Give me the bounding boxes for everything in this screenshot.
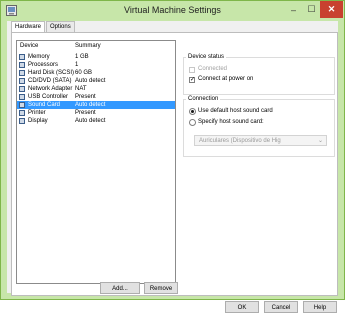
cd-dvd-icon bbox=[19, 78, 25, 84]
device-summary: Present bbox=[75, 94, 96, 100]
sound-card-dropdown[interactable]: Auriculares (Dispositivo de Hig ⌄ bbox=[194, 135, 327, 146]
use-default-sound-card-radio[interactable] bbox=[189, 108, 196, 115]
device-row-display[interactable]: Display Auto detect bbox=[17, 117, 175, 125]
device-summary: Auto detect bbox=[75, 78, 106, 84]
ok-button[interactable]: OK bbox=[225, 301, 259, 313]
device-name: Memory bbox=[28, 54, 50, 60]
device-list[interactable]: Device Summary Memory 1 GB Processors 1 … bbox=[16, 40, 176, 284]
device-row-cd-dvd[interactable]: CD/DVD (SATA) Auto detect bbox=[17, 77, 175, 85]
memory-icon bbox=[19, 54, 25, 60]
device-name: Printer bbox=[28, 110, 46, 116]
device-status-legend: Device status bbox=[186, 54, 227, 61]
device-row-processors[interactable]: Processors 1 bbox=[17, 61, 175, 69]
device-summary: NAT bbox=[75, 86, 87, 92]
help-button[interactable]: Help bbox=[303, 301, 337, 313]
device-row-sound-card[interactable]: Sound Card Auto detect bbox=[17, 101, 175, 109]
device-name: Network Adapter bbox=[28, 86, 73, 92]
maximize-button[interactable]: ☐ bbox=[303, 1, 320, 18]
connection-legend: Connection bbox=[186, 96, 221, 103]
usb-controller-icon bbox=[19, 94, 25, 100]
device-summary: 1 bbox=[75, 62, 79, 68]
settings-window: Virtual Machine Settings – ☐ ✕ Hardware … bbox=[0, 0, 345, 313]
processor-icon bbox=[19, 62, 25, 68]
device-row-usb-controller[interactable]: USB Controller Present bbox=[17, 93, 175, 101]
connection-group: Connection Use default host sound card S… bbox=[183, 96, 335, 157]
device-name: Display bbox=[28, 118, 48, 124]
device-summary: 1 GB bbox=[75, 54, 89, 60]
device-summary: Present bbox=[75, 110, 96, 116]
dialog-body: Hardware Options Device Summary Memory 1… bbox=[7, 21, 338, 313]
device-summary: Auto detect bbox=[75, 102, 106, 108]
sound-card-dropdown-value: Auriculares (Dispositivo de Hig bbox=[199, 138, 281, 144]
display-icon bbox=[19, 118, 25, 124]
connect-at-power-on-label: Connect at power on bbox=[198, 76, 254, 82]
close-button[interactable]: ✕ bbox=[320, 1, 343, 18]
device-name: USB Controller bbox=[28, 94, 69, 100]
device-row-network-adapter[interactable]: Network Adapter NAT bbox=[17, 85, 175, 93]
connected-checkbox[interactable] bbox=[189, 67, 195, 73]
tab-strip: Hardware Options bbox=[11, 21, 76, 33]
printer-icon bbox=[19, 110, 25, 116]
minimize-button[interactable]: – bbox=[284, 1, 303, 18]
tab-options[interactable]: Options bbox=[46, 21, 75, 32]
use-default-sound-card-label: Use default host sound card bbox=[198, 108, 273, 114]
hard-disk-icon bbox=[19, 70, 25, 76]
sound-card-icon bbox=[19, 102, 25, 108]
network-adapter-icon bbox=[19, 86, 25, 92]
device-row-memory[interactable]: Memory 1 GB bbox=[17, 53, 175, 61]
device-name: Sound Card bbox=[28, 102, 61, 108]
device-summary: 60 GB bbox=[75, 70, 93, 76]
specify-sound-card-radio[interactable] bbox=[189, 119, 196, 126]
chevron-down-icon: ⌄ bbox=[317, 138, 323, 144]
device-row-printer[interactable]: Printer Present bbox=[17, 109, 175, 117]
cancel-button[interactable]: Cancel bbox=[264, 301, 298, 313]
device-row-hard-disk[interactable]: Hard Disk (SCSI) 60 GB bbox=[17, 69, 175, 77]
device-name: Hard Disk (SCSI) bbox=[28, 70, 75, 76]
device-name: Processors bbox=[28, 62, 59, 68]
device-name: CD/DVD (SATA) bbox=[28, 78, 72, 84]
connect-at-power-on-checkbox[interactable]: ✓ bbox=[189, 77, 195, 83]
device-summary: Auto detect bbox=[75, 118, 106, 124]
remove-button[interactable]: Remove bbox=[144, 282, 178, 294]
device-status-group: Device status Connected ✓ Connect at pow… bbox=[183, 54, 335, 95]
specify-sound-card-label: Specify host sound card: bbox=[198, 119, 264, 125]
title-bar[interactable]: Virtual Machine Settings – ☐ ✕ bbox=[1, 1, 344, 20]
device-list-header: Device Summary bbox=[17, 41, 175, 51]
connected-label: Connected bbox=[198, 66, 228, 72]
hardware-panel: Device Summary Memory 1 GB Processors 1 … bbox=[11, 32, 338, 296]
device-column-header[interactable]: Device bbox=[20, 41, 38, 51]
add-button[interactable]: Add... bbox=[100, 282, 140, 294]
summary-column-header[interactable]: Summary bbox=[75, 41, 101, 51]
